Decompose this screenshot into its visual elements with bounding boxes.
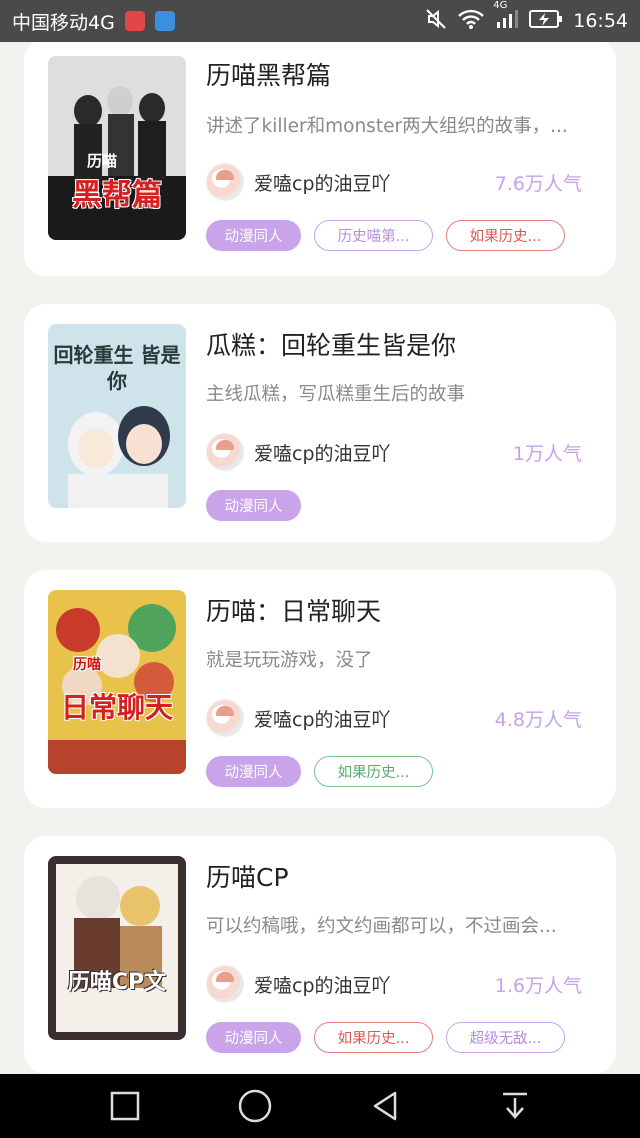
book-cover[interactable]: 历喵 黑帮篇	[48, 56, 186, 240]
book-description: 讲述了killer和monster两大组织的故事，...	[206, 116, 568, 137]
cover-title: 黑帮篇	[72, 178, 162, 213]
carrier-label: 中国移动4G	[12, 11, 115, 34]
author-name[interactable]: 爱嗑cp的油豆吖	[254, 169, 391, 196]
tag-chip[interactable]: 历史喵第...	[314, 220, 433, 251]
popularity-count: 4.8万人气	[494, 708, 582, 731]
author-name[interactable]: 爱嗑cp的油豆吖	[254, 439, 391, 466]
battery-charging-icon	[529, 9, 563, 34]
wifi-icon	[457, 8, 485, 35]
tag-list: 动漫同人	[206, 490, 301, 521]
author-name[interactable]: 爱嗑cp的油豆吖	[254, 971, 391, 998]
tag-chip[interactable]: 动漫同人	[206, 756, 301, 787]
author-row: 爱嗑cp的油豆吖 1万人气	[206, 432, 582, 472]
popularity-count: 1万人气	[512, 442, 582, 465]
status-bar: 中国移动4G 4G 16:54	[0, 0, 640, 42]
tag-list: 动漫同人 如果历史...	[206, 756, 433, 787]
tag-chip[interactable]: 动漫同人	[206, 490, 301, 521]
home-icon[interactable]	[233, 1084, 277, 1128]
book-card[interactable]: 回轮重生 皆是你 瓜糕：回轮重生皆是你 主线瓜糕，写瓜糕重生后的故事 爱嗑cp的…	[24, 304, 616, 542]
gallery-app-icon	[154, 11, 175, 31]
cover-label: 历喵	[73, 657, 101, 673]
navigation-bar	[0, 1074, 640, 1138]
book-card[interactable]: 历喵 黑帮篇 历喵黑帮篇 讲述了killer和monster两大组织的故事，..…	[24, 42, 616, 276]
tag-list: 动漫同人 历史喵第... 如果历史...	[206, 220, 565, 251]
author-row: 爱嗑cp的油豆吖 4.8万人气	[206, 698, 582, 738]
tag-chip[interactable]: 动漫同人	[206, 1022, 301, 1053]
book-list: 历喵 黑帮篇 历喵黑帮篇 讲述了killer和monster两大组织的故事，..…	[24, 42, 616, 1074]
author-name[interactable]: 爱嗑cp的油豆吖	[254, 705, 391, 732]
network-label: 4G	[493, 0, 508, 11]
book-title[interactable]: 历喵CP	[206, 858, 289, 894]
author-row: 爱嗑cp的油豆吖 7.6万人气	[206, 162, 582, 202]
tag-chip[interactable]: 超级无敌...	[446, 1022, 565, 1053]
book-card[interactable]: 历喵CP文 历喵CP 可以约稿哦，约文约画都可以，不过画会... 爱嗑cp的油豆…	[24, 836, 616, 1074]
author-avatar[interactable]	[206, 965, 244, 1003]
book-description: 就是玩玩游戏，没了	[206, 650, 373, 671]
author-avatar[interactable]	[206, 163, 244, 201]
book-cover[interactable]: 历喵 日常聊天	[48, 590, 186, 774]
cover-title: 回轮重生 皆是你	[53, 343, 181, 393]
mail-app-icon	[124, 11, 145, 31]
back-icon[interactable]	[363, 1084, 407, 1128]
popularity-count: 7.6万人气	[494, 172, 582, 195]
book-description: 主线瓜糕，写瓜糕重生后的故事	[206, 384, 466, 405]
mute-icon	[425, 8, 447, 35]
book-cover[interactable]: 回轮重生 皆是你	[48, 324, 186, 508]
tag-list: 动漫同人 如果历史... 超级无敌...	[206, 1022, 565, 1053]
cover-title: 历喵CP文	[67, 970, 167, 995]
tag-chip[interactable]: 如果历史...	[314, 756, 433, 787]
notification-pull-icon[interactable]	[493, 1084, 537, 1128]
popularity-count: 1.6万人气	[494, 974, 582, 997]
book-title[interactable]: 瓜糕：回轮重生皆是你	[206, 326, 456, 362]
book-card[interactable]: 历喵 日常聊天 历喵：日常聊天 就是玩玩游戏，没了 爱嗑cp的油豆吖 4.8万人…	[24, 570, 616, 808]
cover-title: 日常聊天	[60, 691, 173, 724]
clock: 16:54	[573, 10, 628, 32]
author-avatar[interactable]	[206, 433, 244, 471]
book-cover[interactable]: 历喵CP文	[48, 856, 186, 1040]
signal-icon: 4G	[493, 0, 519, 35]
tag-chip[interactable]: 如果历史...	[446, 220, 565, 251]
book-description: 可以约稿哦，约文约画都可以，不过画会...	[206, 916, 557, 937]
cover-label: 历喵	[86, 152, 117, 170]
book-title[interactable]: 历喵黑帮篇	[206, 56, 331, 92]
author-row: 爱嗑cp的油豆吖 1.6万人气	[206, 964, 582, 1004]
book-title[interactable]: 历喵：日常聊天	[206, 592, 381, 628]
tag-chip[interactable]: 动漫同人	[206, 220, 301, 251]
tag-chip[interactable]: 如果历史...	[314, 1022, 433, 1053]
recent-apps-icon[interactable]	[103, 1084, 147, 1128]
author-avatar[interactable]	[206, 699, 244, 737]
